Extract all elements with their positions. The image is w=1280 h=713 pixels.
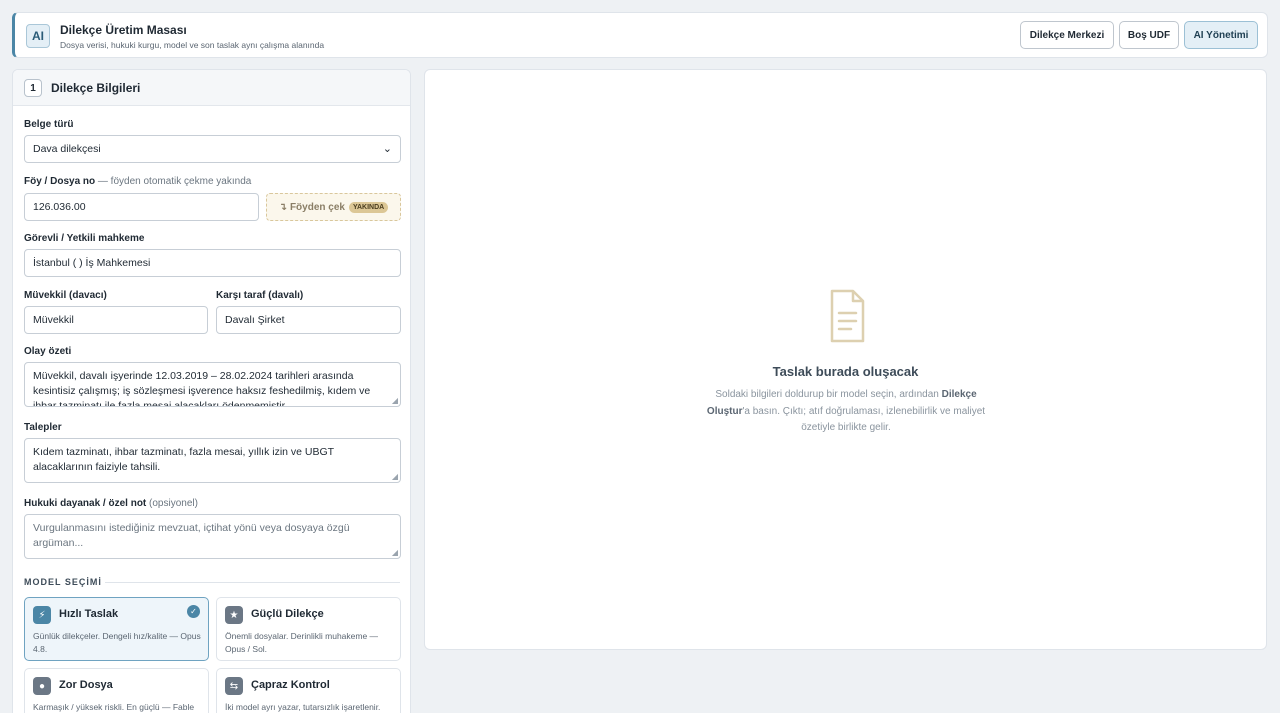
empty-state-text: Soldaki bilgileri doldurup bir model seç… — [696, 387, 996, 437]
summary-label: Olay özeti — [24, 346, 72, 357]
opponent-input[interactable]: Davalı Şirket — [216, 306, 401, 334]
section-divider — [105, 582, 400, 583]
app-subtitle: Dosya verisi, hukuki kurgu, model ve son… — [60, 40, 325, 50]
legal-basis-label: Hukuki dayanak / özel not (opsiyonel) — [24, 498, 198, 509]
model-description: Günlük dilekçeler. Dengeli hız/kalite — … — [33, 631, 201, 654]
draft-preview-panel: Taslak burada oluşacak Soldaki bilgileri… — [424, 69, 1267, 650]
model-description: Karmaşık / yüksek riskli. En güçlü — Fab… — [33, 702, 195, 712]
court-label: Görevli / Yetkili mahkeme — [24, 233, 145, 244]
summary-textarea[interactable]: Müvekkil, davalı işyerinde 12.03.2019 – … — [24, 362, 401, 407]
doc-type-value: Dava dilekçesi — [33, 143, 101, 155]
client-value: Müvekkil — [33, 314, 74, 326]
model-description: Önemli dosyalar. Derinlikli muhakeme — O… — [225, 631, 379, 654]
summary-value: Müvekkil, davalı işyerinde 12.03.2019 – … — [33, 370, 371, 407]
panel-header: 1 Dilekçe Bilgileri — [13, 70, 410, 106]
check-icon: ✓ — [187, 605, 200, 618]
bolt-icon: ⚡ — [33, 606, 51, 624]
step-badge: 1 — [24, 79, 42, 97]
legal-basis-placeholder: Vurgulanmasını istediğiniz mevzuat, içti… — [33, 522, 350, 549]
model-card-fast-draft[interactable]: ⚡ Hızlı Taslak ✓ Günlük dilekçeler. Deng… — [24, 597, 209, 661]
app-title: Dilekçe Üretim Masası — [60, 23, 187, 37]
ai-management-button[interactable]: AI Yönetimi — [1184, 21, 1258, 49]
petition-info-panel: 1 Dilekçe Bilgileri Belge türü Dava dile… — [12, 69, 411, 713]
empty-text-part-1: Soldaki bilgileri doldurup bir model seç… — [715, 389, 942, 400]
court-input[interactable]: İstanbul ( ) İş Mahkemesi — [24, 249, 401, 277]
client-label: Müvekkil (davacı) — [24, 290, 107, 301]
empty-text-part-2: 'a basın. Çıktı; atıf doğrulaması, izlen… — [742, 405, 986, 434]
model-card-cross-check[interactable]: ⇆ Çapraz Kontrol İki model ayrı yazar, t… — [216, 668, 401, 713]
panel-title: Dilekçe Bilgileri — [51, 81, 141, 95]
legal-basis-textarea[interactable]: Vurgulanmasını istediğiniz mevzuat, içti… — [24, 514, 401, 559]
model-title: Hızlı Taslak — [59, 608, 119, 620]
doc-type-label: Belge türü — [24, 119, 74, 130]
ai-logo-badge: AI — [26, 24, 50, 48]
coming-soon-badge: YAKINDA — [348, 201, 389, 213]
chevron-down-icon: ⌄ — [382, 143, 392, 155]
pull-from-file-label: ↴ Föyden çek — [278, 201, 345, 213]
file-no-input[interactable]: 126.036.00 — [24, 193, 259, 221]
file-no-label: Föy / Dosya no — föyden otomatik çekme y… — [24, 176, 251, 187]
client-input[interactable]: Müvekkil — [24, 306, 208, 334]
requests-textarea[interactable]: Kıdem tazminatı, ihbar tazminatı, fazla … — [24, 438, 401, 483]
model-card-strong-petition[interactable]: ★ Güçlü Dilekçe Önemli dosyalar. Derinli… — [216, 597, 401, 661]
resize-handle-icon[interactable]: ◢ — [392, 473, 398, 481]
file-no-hint: — föyden otomatik çekme yakında — [95, 176, 252, 187]
star-icon: ★ — [225, 606, 243, 624]
swap-icon: ⇆ — [225, 677, 243, 695]
empty-udf-button[interactable]: Boş UDF — [1119, 21, 1179, 49]
model-card-hard-case[interactable]: ● Zor Dosya Karmaşık / yüksek riskli. En… — [24, 668, 209, 713]
model-title: Güçlü Dilekçe — [251, 608, 324, 620]
legal-basis-hint: (opsiyonel) — [146, 498, 198, 509]
model-title: Çapraz Kontrol — [251, 679, 330, 691]
resize-handle-icon[interactable]: ◢ — [392, 397, 398, 405]
opponent-label: Karşı taraf (davalı) — [216, 290, 304, 301]
bulb-icon: ● — [33, 677, 51, 695]
requests-label: Talepler — [24, 422, 62, 433]
model-description: İki model ayrı yazar, tutarsızlık işaret… — [225, 702, 381, 712]
pull-from-file-button[interactable]: ↴ Föyden çek YAKINDA — [266, 193, 401, 221]
court-value: İstanbul ( ) İş Mahkemesi — [33, 257, 151, 269]
empty-state-title: Taslak burada oluşacak — [772, 364, 919, 379]
opponent-value: Davalı Şirket — [225, 314, 285, 326]
requests-value: Kıdem tazminatı, ihbar tazminatı, fazla … — [33, 446, 334, 473]
petition-center-button[interactable]: Dilekçe Merkezi — [1020, 21, 1114, 49]
model-title: Zor Dosya — [59, 679, 113, 691]
app-header: AI Dilekçe Üretim Masası Dosya verisi, h… — [12, 12, 1268, 58]
file-no-label-text: Föy / Dosya no — [24, 176, 96, 187]
model-section-title: MODEL SEÇİMİ — [24, 577, 102, 587]
resize-handle-icon[interactable]: ◢ — [392, 549, 398, 557]
document-icon — [830, 289, 865, 343]
file-no-value: 126.036.00 — [33, 201, 86, 213]
legal-basis-label-text: Hukuki dayanak / özel not — [24, 498, 147, 509]
doc-type-select[interactable]: Dava dilekçesi ⌄ — [24, 135, 401, 163]
